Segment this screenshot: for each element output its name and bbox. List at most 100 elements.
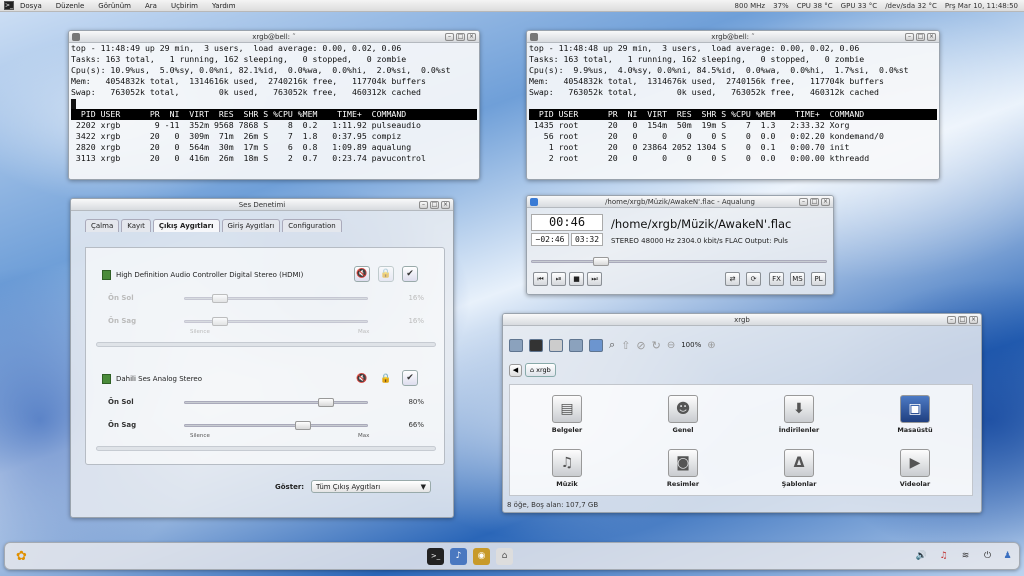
stop-button[interactable]: ■	[569, 272, 584, 286]
search-icon[interactable]: ⌕	[609, 338, 615, 352]
home-icon[interactable]	[509, 338, 523, 352]
sound-titlebar[interactable]: Ses Denetimi – □ ×	[71, 199, 453, 211]
lock-channels-button[interactable]: 🔒	[378, 372, 394, 388]
desktop-icon[interactable]	[529, 338, 543, 352]
menu-yardim[interactable]: Yardım	[212, 2, 236, 10]
minimize-button[interactable]: –	[445, 33, 454, 41]
effects-button[interactable]: FX	[769, 272, 784, 286]
reload-icon[interactable]: ↻	[652, 339, 661, 352]
playlist-button[interactable]: PL	[811, 272, 826, 286]
taskbar-home-folder-icon[interactable]: ⌂	[496, 548, 513, 565]
taskbar-aqualung-icon[interactable]: ◉	[473, 548, 490, 565]
play-pause-button[interactable]: ⏯	[551, 272, 566, 286]
notification-tray-icon[interactable]: ♟	[999, 548, 1016, 565]
maximize-button[interactable]: □	[958, 316, 967, 324]
tab-playback[interactable]: Çalma	[85, 219, 120, 232]
tab-recording[interactable]: Kayıt	[121, 219, 151, 232]
folder-music[interactable]: ♫ Müzik	[532, 449, 602, 488]
close-button[interactable]: ×	[821, 198, 830, 206]
back-arrow-icon[interactable]: ◀	[509, 363, 522, 377]
folder-desktop[interactable]: ▣ Masaüstü	[880, 395, 950, 434]
aqualung-window[interactable]: /home/xrgb/Müzik/AwakeN'.flac - Aqualung…	[526, 195, 834, 295]
mute-button[interactable]: 🔇	[354, 266, 370, 282]
file-view[interactable]: ▤ Belgeler ☻ Genel ⬇ İndirilenler ▣ Masaüstü…	[509, 384, 973, 496]
slider-handle[interactable]	[294, 421, 311, 430]
tab-input-devices[interactable]: Giriş Aygıtları	[221, 219, 281, 232]
show-filter-dropdown[interactable]: Tüm Çıkış Aygıtları ▼	[311, 480, 431, 493]
tab-output-devices[interactable]: Çıkış Aygıtları	[152, 219, 220, 232]
clock[interactable]: Prş Mar 10, 11:48:50	[945, 2, 1018, 10]
minimize-button[interactable]: –	[947, 316, 956, 324]
terminal-titlebar[interactable]: xrgb@bell: ˜ – □ ×	[527, 31, 939, 43]
mute-button[interactable]: 🔇	[354, 372, 370, 388]
close-button[interactable]: ×	[969, 316, 978, 324]
maximize-button[interactable]: □	[810, 198, 819, 206]
menu-ara[interactable]: Ara	[145, 2, 157, 10]
total-time[interactable]: 03:32	[571, 233, 603, 246]
taskbar-terminal-icon[interactable]: >_	[427, 548, 444, 565]
terminal-output[interactable]: top - 11:48:49 up 29 min, 3 users, load …	[69, 43, 479, 179]
previous-track-button[interactable]: ⏮	[533, 272, 548, 286]
power-tray-icon[interactable]: ⏻	[979, 548, 996, 565]
media-tray-icon[interactable]: ♫	[935, 548, 952, 565]
network-icon[interactable]	[569, 338, 583, 352]
repeat-button[interactable]: ⟳	[746, 272, 761, 286]
sound-settings-window[interactable]: Ses Denetimi – □ × Çalma Kayıt Çıkış Aygıt…	[70, 198, 454, 518]
shuffle-button[interactable]: ⇄	[725, 272, 740, 286]
minimize-button[interactable]: –	[905, 33, 914, 41]
volume-slider-front-left[interactable]	[184, 398, 368, 407]
next-track-button[interactable]: ⏭	[587, 272, 602, 286]
menu-gorunum[interactable]: Görünüm	[98, 2, 131, 10]
music-store-button[interactable]: MS	[790, 272, 805, 286]
lock-channels-button[interactable]: 🔒	[378, 266, 394, 282]
volume-slider-front-left[interactable]	[184, 294, 368, 303]
terminal-icon[interactable]	[589, 338, 603, 352]
folder-public[interactable]: ☻ Genel	[648, 395, 718, 434]
slider-handle[interactable]	[211, 317, 228, 326]
slider-handle[interactable]	[317, 398, 334, 407]
breadcrumb-home[interactable]: ⌂ xrgb	[525, 363, 556, 377]
folder-documents[interactable]: ▤ Belgeler	[532, 395, 602, 434]
menu-dosya[interactable]: Dosya	[20, 2, 42, 10]
folder-templates[interactable]: Δ Şablonlar	[764, 449, 834, 488]
menu-ucbirim[interactable]: Uçbirim	[171, 2, 198, 10]
volume-slider-front-right[interactable]	[184, 317, 368, 326]
zoom-in-icon[interactable]: ⊕	[707, 340, 715, 351]
go-up-icon[interactable]: ⇧	[621, 339, 630, 352]
file-manager-window[interactable]: xrgb – □ × ⌕ ⇧ ⊘ ↻ ⊖ 100% ⊕ ◀ ⌂ xrgb ▤ Belge…	[502, 313, 982, 513]
close-button[interactable]: ×	[467, 33, 476, 41]
volume-tray-icon[interactable]: 🔊	[913, 548, 930, 565]
terminal-window-1[interactable]: xrgb@bell: ˜ – □ × top - 11:48:49 up 29 mi…	[68, 30, 480, 180]
taskbar-sound-settings-icon[interactable]: ♪	[450, 548, 467, 565]
maximize-button[interactable]: □	[456, 33, 465, 41]
minimize-button[interactable]: –	[419, 201, 428, 209]
slider-handle[interactable]	[211, 294, 228, 303]
volume-slider-front-right[interactable]	[184, 421, 368, 430]
terminal-output[interactable]: top - 11:48:48 up 29 min, 3 users, load …	[527, 43, 939, 179]
maximize-button[interactable]: □	[916, 33, 925, 41]
folder-videos[interactable]: ▶ Videolar	[880, 449, 950, 488]
remaining-time[interactable]: −02:46	[531, 233, 569, 246]
file-manager-titlebar[interactable]: xrgb – □ ×	[503, 314, 981, 326]
terminal-window-2[interactable]: xrgb@bell: ˜ – □ × top - 11:48:48 up 29 mi…	[526, 30, 940, 180]
tab-configuration[interactable]: Configuration	[282, 219, 342, 232]
terminal-app-icon[interactable]: >_	[4, 1, 14, 10]
main-menu-icon[interactable]: ✿	[13, 548, 30, 565]
zoom-out-icon[interactable]: ⊖	[667, 340, 675, 351]
minimize-button[interactable]: –	[799, 198, 808, 206]
aqualung-titlebar[interactable]: /home/xrgb/Müzik/AwakeN'.flac - Aqualung…	[527, 196, 833, 208]
default-device-button[interactable]: ✔	[402, 370, 418, 386]
wifi-tray-icon[interactable]: ≋	[957, 548, 974, 565]
stop-icon[interactable]: ⊘	[636, 339, 645, 352]
seek-slider[interactable]	[531, 257, 827, 266]
close-button[interactable]: ×	[927, 33, 936, 41]
elapsed-time[interactable]: 00:46	[531, 214, 603, 231]
folder-pictures[interactable]: ◙ Resimler	[648, 449, 718, 488]
seek-handle[interactable]	[593, 257, 610, 266]
maximize-button[interactable]: □	[430, 201, 439, 209]
menu-duzenle[interactable]: Düzenle	[56, 2, 85, 10]
default-device-button[interactable]: ✔	[402, 266, 418, 282]
close-button[interactable]: ×	[441, 201, 450, 209]
trash-icon[interactable]	[549, 338, 563, 352]
terminal-titlebar[interactable]: xrgb@bell: ˜ – □ ×	[69, 31, 479, 43]
